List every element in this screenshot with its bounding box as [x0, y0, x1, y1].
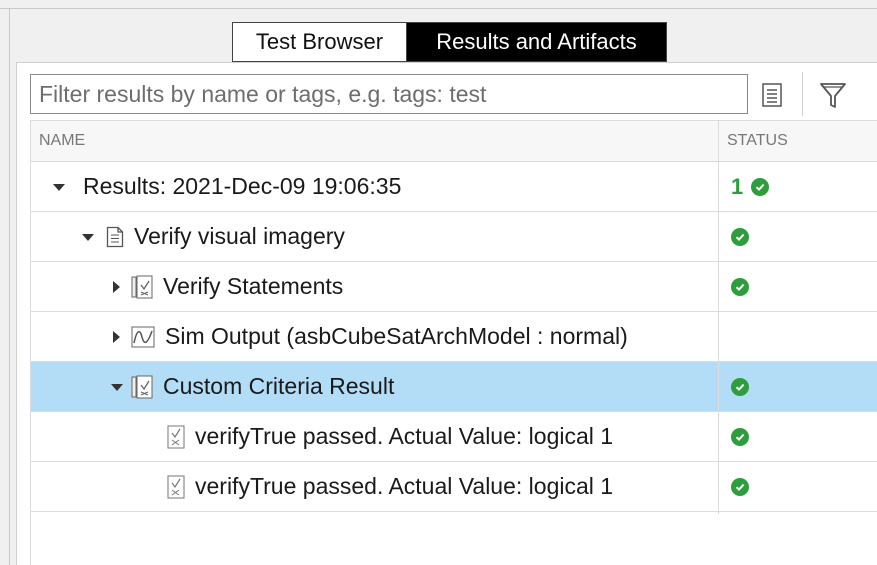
- signal-icon: [131, 326, 155, 347]
- document-icon: [106, 226, 124, 247]
- row-label: Verify visual imagery: [134, 223, 345, 249]
- result-row-session[interactable]: Results: 2021-Dec-09 19:06:35 1: [31, 162, 877, 212]
- check-icon: [731, 377, 749, 396]
- pass-count: 1: [731, 173, 744, 199]
- assessment-icon: [167, 425, 185, 448]
- result-row-verify-true-1[interactable]: verifyTrue passed. Actual Value: logical…: [31, 412, 877, 462]
- row-label: verifyTrue passed. Actual Value: logical…: [195, 473, 614, 499]
- assessment-icon: [167, 475, 185, 498]
- list-view-button[interactable]: [758, 80, 786, 110]
- result-row-verify-visual-imagery[interactable]: Verify visual imagery: [31, 212, 877, 262]
- chevron-down-icon: [82, 234, 94, 241]
- left-divider: [9, 8, 10, 565]
- row-label: Custom Criteria Result: [163, 373, 395, 399]
- tab-results-and-artifacts[interactable]: Results and Artifacts: [407, 23, 666, 61]
- expand-arrow[interactable]: [113, 312, 120, 361]
- chevron-down-icon: [53, 184, 65, 191]
- funnel-icon: [820, 83, 846, 108]
- check-icon: [731, 477, 749, 496]
- top-divider: [0, 8, 877, 9]
- chevron-down-icon: [111, 384, 123, 391]
- status-cell: [731, 462, 749, 511]
- chevron-right-icon: [113, 280, 120, 293]
- column-header-status[interactable]: STATUS: [718, 120, 877, 162]
- status-column-divider: [718, 162, 719, 514]
- tab-bar: Test Browser Results and Artifacts: [232, 22, 667, 62]
- toolbar-separator: [802, 72, 803, 116]
- collapse-arrow[interactable]: [53, 162, 65, 211]
- collapse-arrow[interactable]: [82, 212, 94, 261]
- status-cell: [731, 412, 749, 461]
- column-header-name[interactable]: NAME: [30, 120, 718, 162]
- collapse-arrow[interactable]: [111, 362, 123, 411]
- check-icon: [731, 427, 749, 446]
- filter-results-input[interactable]: [30, 74, 748, 114]
- status-cell: [731, 362, 749, 411]
- criteria-icon: [131, 375, 153, 398]
- criteria-icon: [131, 275, 153, 298]
- status-cell: [731, 212, 749, 261]
- result-row-verify-true-2[interactable]: verifyTrue passed. Actual Value: logical…: [31, 462, 877, 512]
- chevron-right-icon: [113, 330, 120, 343]
- filter-button[interactable]: [817, 79, 849, 111]
- row-label: Verify Statements: [163, 273, 344, 299]
- list-icon: [762, 83, 782, 107]
- tab-test-browser[interactable]: Test Browser: [233, 23, 407, 61]
- check-icon: [751, 177, 770, 196]
- status-cell: 1: [731, 162, 770, 211]
- result-row-sim-output[interactable]: Sim Output (asbCubeSatArchModel : normal…: [31, 312, 877, 362]
- row-label: Sim Output (asbCubeSatArchModel : normal…: [165, 323, 628, 349]
- check-icon: [731, 227, 749, 246]
- row-label: verifyTrue passed. Actual Value: logical…: [195, 423, 614, 449]
- result-row-verify-statements[interactable]: Verify Statements: [31, 262, 877, 312]
- status-cell: [731, 262, 749, 311]
- row-label: Results: 2021-Dec-09 19:06:35: [83, 173, 402, 199]
- result-row-custom-criteria[interactable]: Custom Criteria Result: [31, 362, 877, 412]
- check-icon: [731, 277, 749, 296]
- expand-arrow[interactable]: [113, 262, 120, 311]
